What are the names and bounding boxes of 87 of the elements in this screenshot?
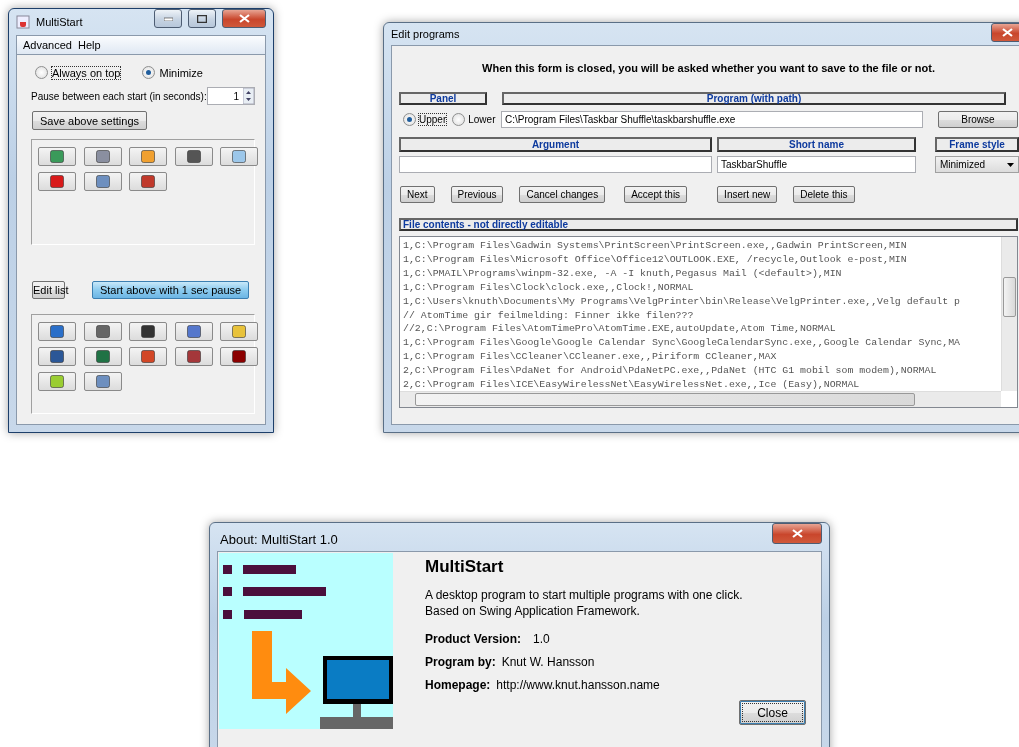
vertical-scrollbar[interactable] xyxy=(1001,237,1017,391)
form-button[interactable]: Next xyxy=(400,186,435,203)
pause-label: Pause between each start (in seconds): xyxy=(31,90,207,102)
menu-item[interactable]: Help xyxy=(77,39,101,51)
program-launch-button[interactable] xyxy=(38,147,76,166)
window-title: Edit programs xyxy=(391,28,461,40)
program-launch-button[interactable] xyxy=(38,346,76,366)
close-button[interactable] xyxy=(222,9,266,28)
file-line: 1,C:\Program Files\Clock\clock.exe,,Clock!,NORMAL xyxy=(403,280,695,295)
file-line: 2,C:\Program Files\ICE\EasyWirelessNet\EasyWirelessNet.exe,,Ice (Easy),NORMAL xyxy=(403,378,861,391)
file-line: 1,C:\Program Files\Gadwin Systems\PrintScreen\PrintScreen.exe,,Gadwin PrintScreen,MIN xyxy=(403,239,908,253)
detail-label: Program by: xyxy=(425,655,496,669)
section-header: Panel xyxy=(399,92,487,105)
program-launch-button[interactable] xyxy=(83,172,122,191)
caret-icon xyxy=(1007,162,1014,167)
notice-text: When this form is closed, you will be asked whether you want to save to the file or not. xyxy=(481,61,936,76)
description-text: Based on Swing Application Framework. xyxy=(425,603,641,619)
minimize-button[interactable] xyxy=(154,9,182,28)
section-header: Argument xyxy=(399,137,712,152)
file-line: 1,C:\PMAIL\Programs\winpm-32.exe, -A -I knuth,Pegasus Mail (<default>),MIN xyxy=(403,266,843,281)
close-dialog-button[interactable]: Close xyxy=(739,700,806,725)
start-button[interactable]: Start above with 1 sec pause xyxy=(92,280,249,299)
horizontal-scrollbar[interactable] xyxy=(400,391,1001,407)
file-line: 1,C:\Program Files\Microsoft Office\Office12\OUTLOOK.EXE, /recycle,Outlook e-post,MIN xyxy=(403,252,908,267)
radio-button[interactable] xyxy=(35,66,48,79)
maximize-icon xyxy=(197,14,207,23)
detail-label: Product Version: xyxy=(425,632,522,646)
radio-label: Lower xyxy=(468,114,496,125)
program-launch-button[interactable] xyxy=(220,346,258,366)
section-header: Program (with path) xyxy=(502,92,1006,105)
close-button[interactable] xyxy=(772,523,822,544)
app-name: MultiStart xyxy=(425,557,505,577)
section-header: Frame style xyxy=(935,137,1019,152)
program-launch-button[interactable] xyxy=(83,371,122,391)
detail-value: http://www.knut.hansson.name xyxy=(496,678,660,692)
close-icon xyxy=(238,14,250,23)
menu-item[interactable]: Advanced xyxy=(23,39,72,51)
program-launch-button[interactable] xyxy=(174,321,213,341)
radio-button[interactable] xyxy=(142,66,156,79)
form-button[interactable]: Previous xyxy=(450,186,504,203)
section-header: Short name xyxy=(717,137,916,152)
cup-icon xyxy=(16,15,30,29)
file-line: 2,C:\Program Files\PdaNet for Android\PdaNetPC.exe,,PdaNet (HTC G1 mobil som modem),NORMAL xyxy=(403,364,938,379)
radio-button[interactable] xyxy=(452,113,466,126)
window-title: About: MultiStart 1.0 xyxy=(219,530,339,547)
program-launch-button[interactable] xyxy=(129,321,167,341)
radio-label: Upper xyxy=(419,114,447,125)
program-launch-button[interactable] xyxy=(38,172,76,191)
program-launch-button[interactable] xyxy=(129,172,167,191)
form-button[interactable]: Cancel changes xyxy=(519,186,606,203)
argument-field[interactable] xyxy=(399,156,712,173)
program-launch-button[interactable] xyxy=(174,346,213,366)
file-line: //2,C:\Program Files\AtomTimePro\AtomTime.EXE,autoUpdate,Atom Time,NORMAL xyxy=(403,322,837,337)
close-button[interactable] xyxy=(991,23,1019,42)
detail-value: Knut W. Hansson xyxy=(501,655,595,669)
spinner-field[interactable]: 1 xyxy=(206,87,255,105)
program-launch-button[interactable] xyxy=(83,147,122,166)
detail-value: 1.0 xyxy=(533,632,550,646)
program-launch-button[interactable] xyxy=(129,346,167,366)
frame-style-dropdown[interactable]: Minimized xyxy=(935,156,1019,173)
program-launch-button[interactable] xyxy=(174,147,213,166)
detail-label: Homepage: xyxy=(425,678,491,692)
minimize-icon xyxy=(163,16,173,21)
radio-label: Always on top xyxy=(52,66,121,79)
section-header: File contents - not directly editable xyxy=(399,218,1018,231)
radio-button[interactable] xyxy=(403,113,416,126)
save-settings-button[interactable]: Save above settings xyxy=(32,111,147,130)
maximize-button[interactable] xyxy=(188,9,216,28)
form-button[interactable]: Insert new xyxy=(717,186,778,203)
form-button[interactable]: Accept this xyxy=(624,186,688,203)
browse-button[interactable]: Browse xyxy=(938,111,1018,128)
program-launch-button[interactable] xyxy=(38,321,76,341)
description-text: A desktop program to start multiple programs with one click. xyxy=(425,587,744,603)
spinner-arrows-icon[interactable] xyxy=(243,88,254,104)
radio-label: Minimize xyxy=(159,66,203,79)
file-line: // AtomTime gir feilmelding: Finner ikke filen??? xyxy=(403,308,695,323)
short-name-field[interactable]: TaskbarShuffle xyxy=(717,156,916,173)
window-title: MultiStart xyxy=(36,16,84,28)
file-line: 1,C:\Program Files\Google\Google Calendar Sync\GoogleCalendarSync.exe,,Google Calendar Sync,MA xyxy=(403,336,962,351)
file-line: 1,C:\Users\knuth\Documents\My Programs\VelgPrinter\bin\Release\VelgPrinter.exe,,Velg default p xyxy=(403,294,962,309)
program-path-field[interactable]: C:\Program Files\Taskbar Shuffle\taskbarshuffle.exe xyxy=(501,111,923,128)
program-launch-button[interactable] xyxy=(83,346,122,366)
program-launch-button[interactable] xyxy=(83,321,122,341)
form-button[interactable]: Delete this xyxy=(793,186,855,203)
file-line: 1,C:\Program Files\CCleaner\CCleaner.exe,,Piriform CCleaner,MAX xyxy=(403,350,778,365)
close-icon xyxy=(791,529,803,538)
close-icon xyxy=(1001,28,1013,37)
